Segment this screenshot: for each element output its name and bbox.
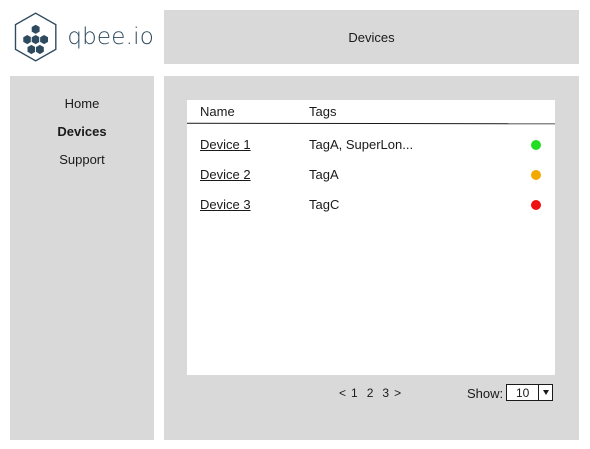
device-link[interactable]: Device 1 xyxy=(200,137,251,152)
app-page: qbee.io Devices Home Devices Support Nam… xyxy=(0,0,590,449)
sidebar-item-support[interactable]: Support xyxy=(10,152,154,167)
page-size-select[interactable]: 10 xyxy=(506,384,553,401)
chevron-down-icon[interactable] xyxy=(538,385,552,400)
pagination-next-button[interactable]: > xyxy=(394,386,401,400)
page-title: Devices xyxy=(348,29,395,45)
logo[interactable]: qbee.io xyxy=(10,8,154,66)
main-panel: Name Tags Device 1 TagA, SuperLon... Dev… xyxy=(164,76,579,440)
page-header: Devices xyxy=(164,10,579,64)
qbee-logo-icon xyxy=(14,12,57,62)
page-size-label: Show: xyxy=(467,386,504,401)
table-row: Device 3 TagC xyxy=(187,197,555,219)
sidebar: Home Devices Support xyxy=(10,76,154,440)
devices-table: Name Tags Device 1 TagA, SuperLon... Dev… xyxy=(187,100,555,375)
pagination: < 1 2 3 > xyxy=(339,386,401,400)
status-indicator-icon xyxy=(531,170,541,180)
pagination-prev-button[interactable]: < xyxy=(339,386,346,400)
pagination-page-3[interactable]: 3 xyxy=(382,386,389,400)
table-row: Device 1 TagA, SuperLon... xyxy=(187,137,555,159)
table-row: Device 2 TagA xyxy=(187,167,555,189)
device-link[interactable]: Device 3 xyxy=(200,197,251,212)
page-size-value: 10 xyxy=(516,386,530,400)
column-header-tags[interactable]: Tags xyxy=(309,104,336,119)
table-header-divider xyxy=(187,122,555,125)
status-indicator-icon xyxy=(531,200,541,210)
device-tags: TagA, SuperLon... xyxy=(309,137,414,152)
device-tags: TagA xyxy=(309,167,339,182)
logo-wordmark: qbee.io xyxy=(67,24,154,50)
sidebar-item-home[interactable]: Home xyxy=(10,96,154,111)
device-tags: TagC xyxy=(309,197,340,212)
sidebar-item-devices[interactable]: Devices xyxy=(10,124,154,139)
pagination-page-1[interactable]: 1 xyxy=(351,386,358,400)
column-header-name[interactable]: Name xyxy=(200,104,235,119)
device-link[interactable]: Device 2 xyxy=(200,167,251,182)
status-indicator-icon xyxy=(531,140,541,150)
pagination-page-2[interactable]: 2 xyxy=(367,386,374,400)
